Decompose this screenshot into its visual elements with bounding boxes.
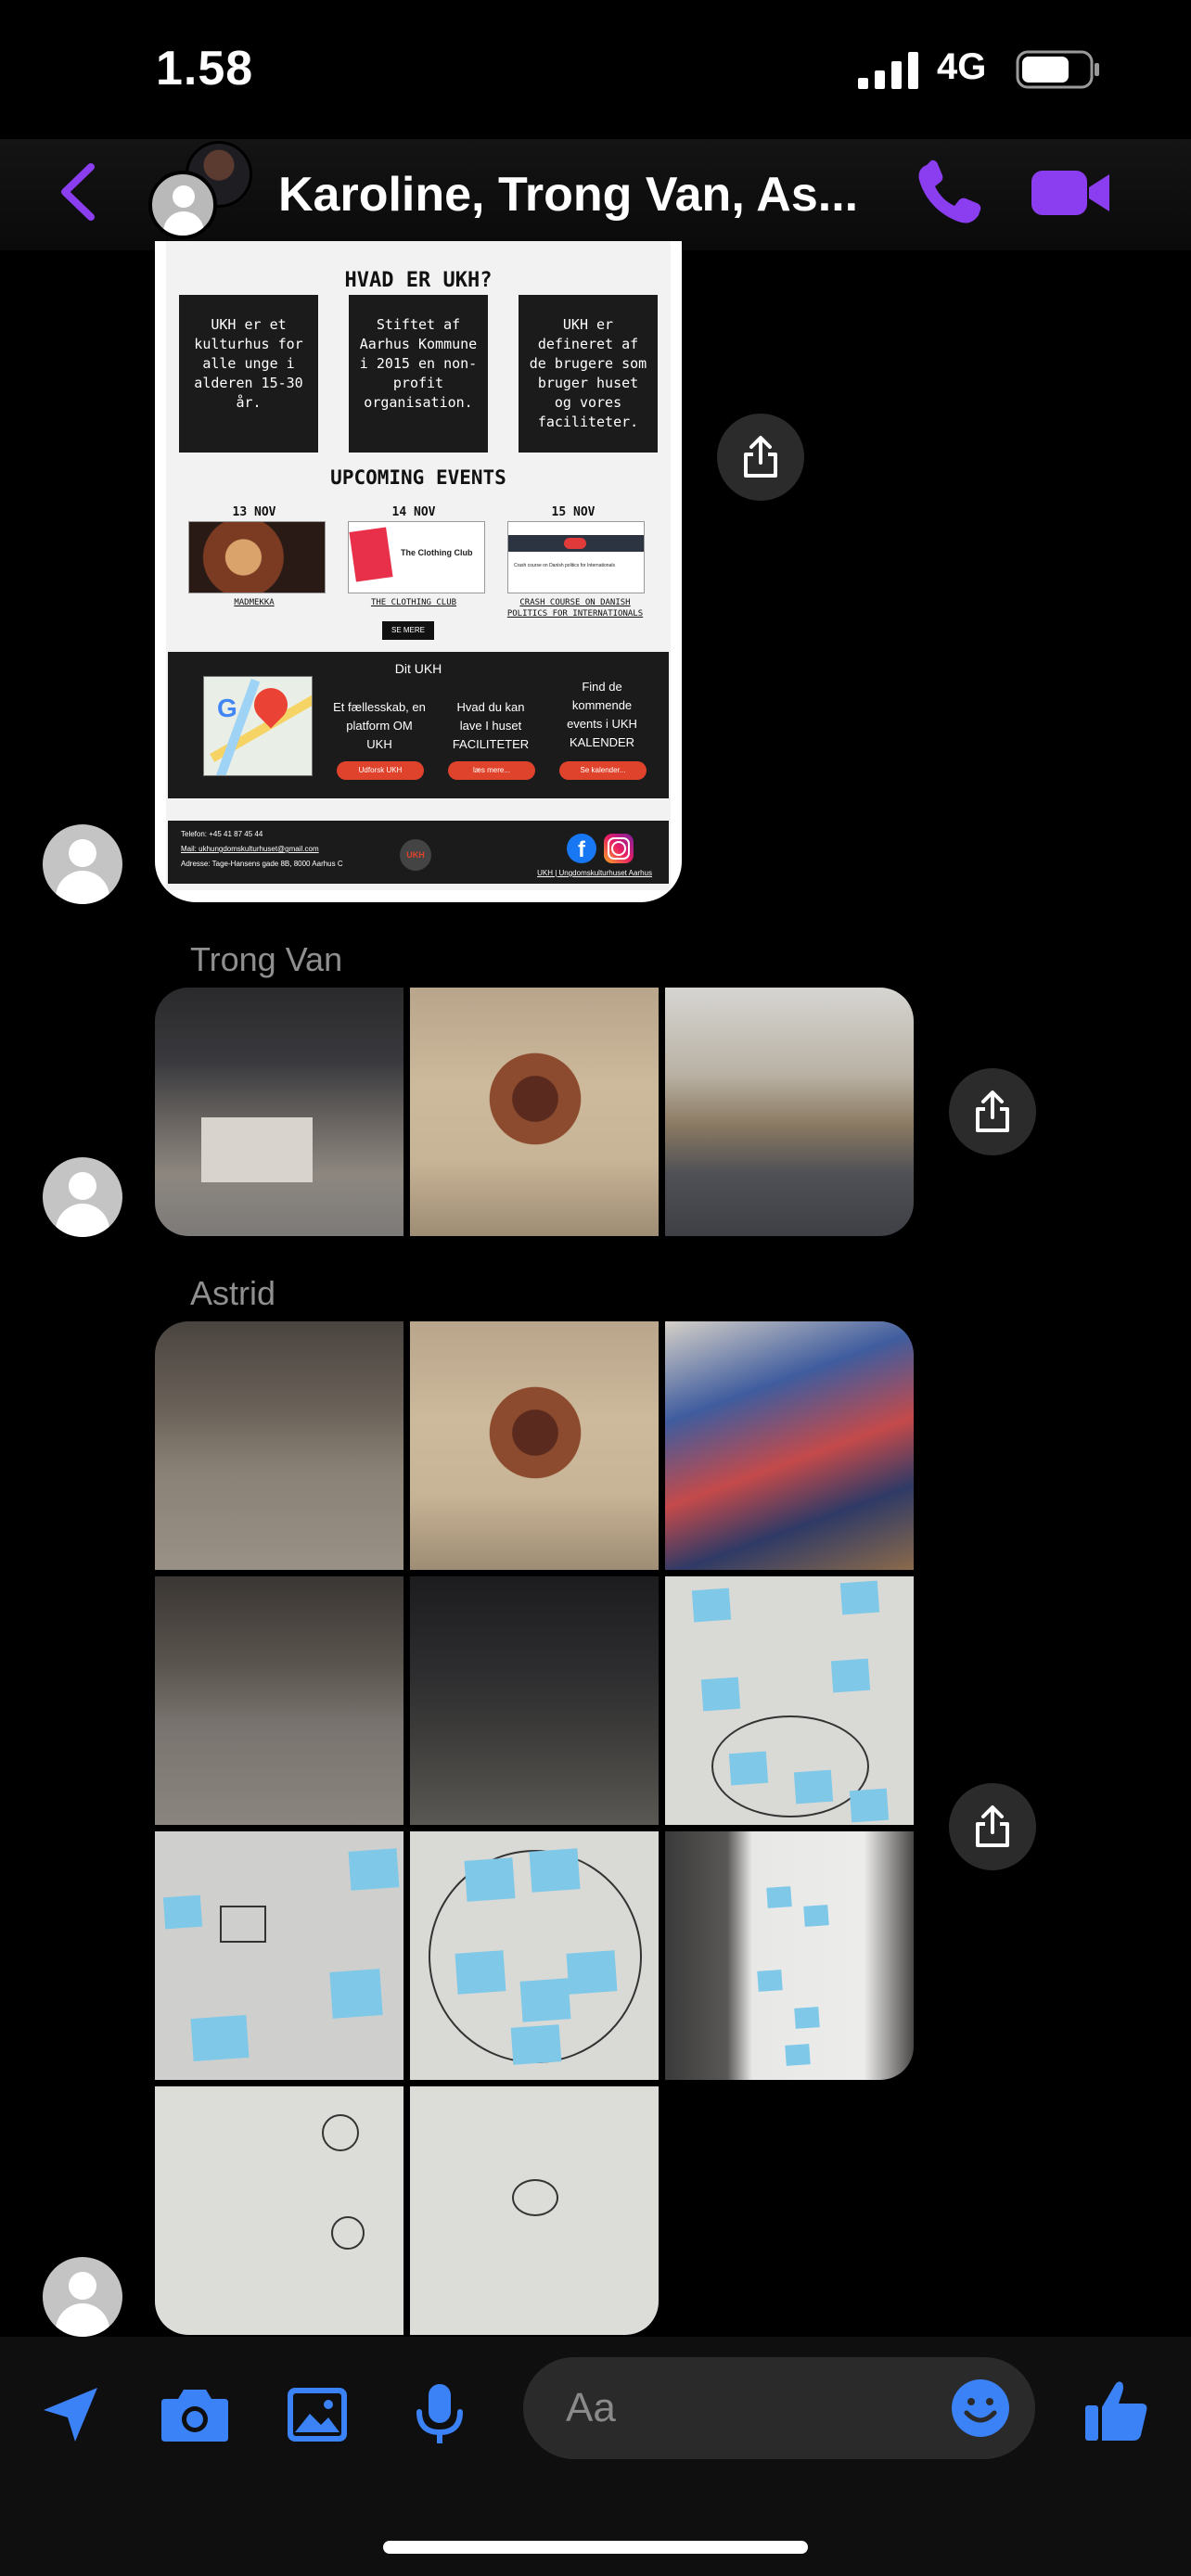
ukh-logo: UKH	[400, 839, 431, 871]
flyer-info-box: UKH er defineret af de brugere som bruge…	[519, 295, 658, 453]
message-input[interactable]: Aa	[523, 2357, 1035, 2459]
flyer-content: HVAD ER UKH? UKH er et kulturhus for all…	[166, 241, 671, 890]
share-icon	[744, 436, 777, 478]
thumbs-up-icon[interactable]	[1080, 2374, 1154, 2448]
photo-lounge[interactable]	[665, 988, 914, 1236]
chat-title[interactable]: Karoline, Trong Van, As...	[278, 167, 858, 223]
footer-phone: Telefon: +45 41 87 45 44	[181, 830, 263, 838]
photo-hallway[interactable]	[155, 1321, 403, 1570]
dit-ukh-heading: Dit UKH	[394, 661, 442, 676]
photo-hallway[interactable]	[155, 1576, 403, 1825]
event-image-text: The Clothing Club	[401, 548, 473, 557]
share-button[interactable]	[717, 414, 804, 501]
flyer-button: læs mere...	[448, 761, 535, 780]
photo-mindmap[interactable]	[410, 2086, 659, 2335]
flyer-heading: HVAD ER UKH?	[344, 269, 493, 292]
facebook-icon: f	[567, 834, 596, 863]
share-button[interactable]	[949, 1068, 1036, 1155]
dit-ukh-section: Dit UKH G Et fællesskab, en platform OM …	[168, 652, 669, 798]
sender-name: Trong Van	[190, 940, 343, 978]
instagram-icon	[604, 834, 634, 863]
group-avatar[interactable]	[148, 139, 260, 241]
phone-icon[interactable]	[914, 159, 988, 228]
footer-mail: Mail: ukhungdomskulturhuset@gmail.com	[181, 845, 319, 853]
event-date: 14 NOV	[391, 505, 436, 519]
share-button[interactable]	[949, 1783, 1036, 1870]
photo-door-art[interactable]	[410, 1321, 659, 1570]
network-type: 4G	[937, 46, 987, 87]
event-date: 13 NOV	[232, 505, 276, 519]
event-image-text: Crash course on Danish politics for Inte…	[514, 563, 615, 568]
event-caption: THE CLOTHING CLUB	[370, 598, 457, 607]
event-image	[188, 521, 326, 593]
footer-address: Adresse: Tage-Hansens gade 8B, 8000 Aarh…	[181, 860, 343, 868]
photo-sticky-notes[interactable]	[665, 1576, 914, 1825]
event-caption: MADMEKKA	[234, 598, 275, 607]
chat-header: Karoline, Trong Van, As...	[0, 139, 1191, 250]
flyer-info-box: UKH er et kulturhus for alle unge i alde…	[179, 295, 318, 453]
camera-icon[interactable]	[158, 2378, 232, 2452]
event-caption: CRASH COURSE ON DANISH POLITICS FOR INTE…	[506, 598, 644, 618]
message-placeholder: Aa	[566, 2385, 616, 2430]
dit-ukh-column: Hvad du kan lave I huset FACILITETER	[452, 700, 530, 751]
event-image: Crash course on Danish politics for Inte…	[507, 521, 645, 593]
flyer-events-heading: UPCOMING EVENTS	[330, 466, 506, 489]
photo-handwritten-notes[interactable]	[155, 2086, 403, 2335]
event-date: 15 NOV	[551, 505, 596, 519]
flyer-image-message[interactable]: HVAD ER UKH? UKH er et kulturhus for all…	[155, 241, 682, 902]
avatar[interactable]	[43, 824, 122, 904]
avatar[interactable]	[43, 1157, 122, 1237]
photo-door-art[interactable]	[410, 988, 659, 1236]
flyer-button: Se kalender...	[559, 761, 647, 780]
dit-ukh-column: Find de kommende events i UKH KALENDER	[567, 680, 637, 749]
avatar[interactable]	[43, 2257, 122, 2337]
photo-stage[interactable]	[410, 1576, 659, 1825]
photo-sticky-notes[interactable]	[410, 1831, 659, 2080]
dit-ukh-column: Et fællesskab, en platform OM UKH	[333, 700, 426, 751]
event-image: The Clothing Club	[348, 521, 485, 593]
video-camera-icon[interactable]	[1030, 165, 1113, 221]
footer-brand: UKH | Ungdomskulturhuset Aarhus	[537, 869, 652, 877]
image-icon[interactable]	[280, 2378, 354, 2452]
flyer-info-box: Stiftet af Aarhus Kommune i 2015 en non-…	[349, 295, 488, 453]
status-bar: 1.58 4G	[0, 0, 1191, 139]
status-time: 1.58	[156, 42, 254, 96]
chevron-left-icon[interactable]	[56, 161, 102, 223]
share-icon	[976, 1090, 1009, 1132]
location-arrow-icon[interactable]	[33, 2378, 108, 2452]
avatar-default	[148, 171, 217, 239]
home-indicator[interactable]	[383, 2541, 808, 2554]
sender-name: Astrid	[190, 1274, 276, 1312]
photo-flipchart[interactable]	[665, 1831, 914, 2080]
photo-kitchen[interactable]	[155, 988, 403, 1236]
flyer-footer: Telefon: +45 41 87 45 44 Mail: ukhungdom…	[168, 821, 669, 884]
battery-icon	[1016, 50, 1099, 89]
map-icon: G	[203, 676, 313, 776]
see-more-button: SE MERE	[382, 621, 434, 640]
cellular-signal-icon	[858, 52, 918, 89]
share-icon	[976, 1805, 1009, 1847]
microphone-icon[interactable]	[403, 2378, 477, 2452]
photo-sticky-notes[interactable]	[155, 1831, 403, 2080]
flyer-button: Udforsk UKH	[337, 761, 424, 780]
smiley-icon[interactable]	[950, 2378, 1011, 2439]
photo-mural[interactable]	[665, 1321, 914, 1570]
